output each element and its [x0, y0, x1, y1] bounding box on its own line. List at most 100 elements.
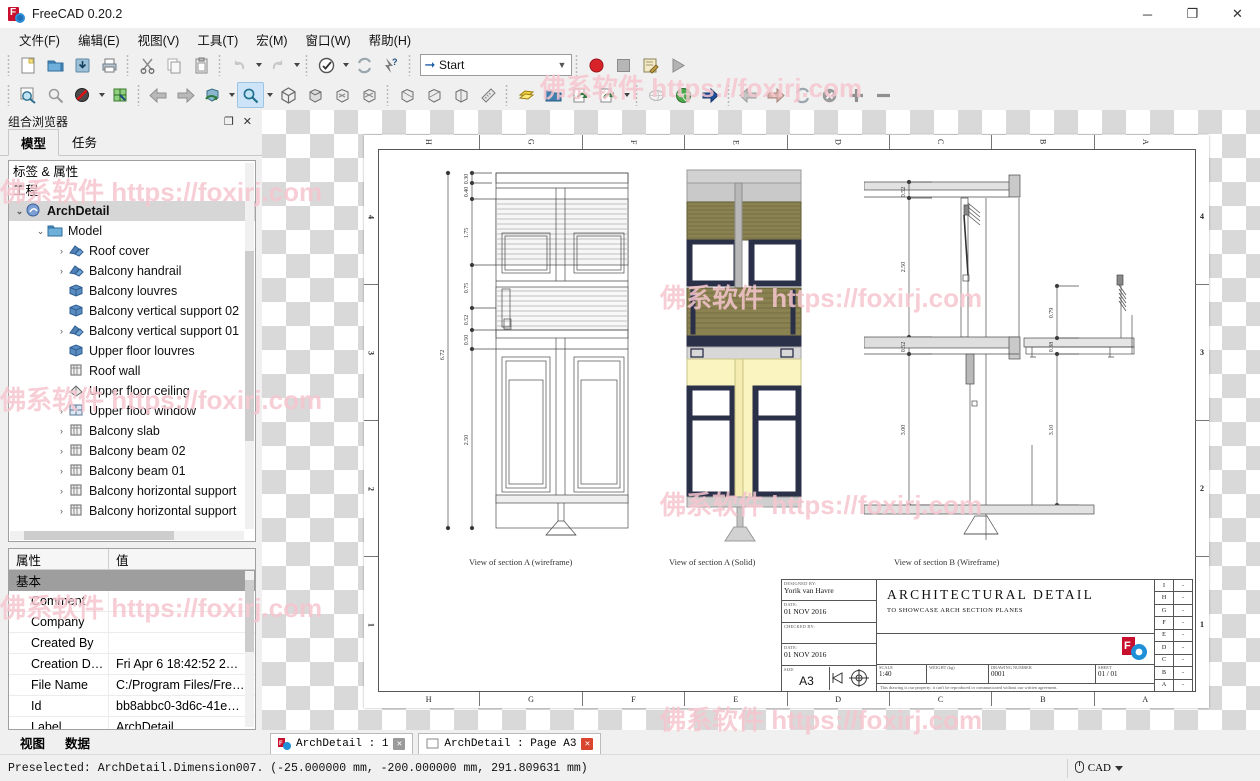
- undo-dropdown-chevron-down-icon[interactable]: [253, 52, 264, 78]
- expander-chevron-icon[interactable]: ›: [55, 266, 68, 276]
- minus-icon[interactable]: [870, 82, 897, 108]
- property-value[interactable]: bb8abbc0-3d6c-41e…: [109, 696, 255, 716]
- menu-edit[interactable]: 编辑(E): [69, 28, 129, 51]
- property-row[interactable]: File Name C:/Program Files/Fre…: [9, 675, 255, 696]
- tree-item-upper-floor-louvres[interactable]: Upper floor louvres: [9, 341, 255, 361]
- tree-item-balcony-vertical-support-01[interactable]: › Balcony vertical support 01: [9, 321, 255, 341]
- left-view-icon[interactable]: [448, 82, 475, 108]
- globe-green-icon[interactable]: [670, 82, 697, 108]
- tab-tasks[interactable]: 任务: [59, 128, 111, 155]
- property-row[interactable]: Id bb8abbc0-3d6c-41e…: [9, 696, 255, 717]
- rear-view-icon[interactable]: [394, 82, 421, 108]
- toolbar-grip-10[interactable]: [504, 84, 510, 106]
- macro-stop-icon[interactable]: [610, 52, 637, 78]
- menu-file[interactable]: 文件(F): [10, 28, 69, 51]
- property-group-base[interactable]: 基本: [9, 570, 255, 591]
- toolbar-grip[interactable]: [6, 54, 12, 76]
- tree-item-balcony-louvres[interactable]: Balcony louvres: [9, 281, 255, 301]
- prev-page-icon[interactable]: [735, 82, 762, 108]
- tree-item-roof-cover[interactable]: › Roof cover: [9, 241, 255, 261]
- blue-arrow-icon[interactable]: [697, 82, 724, 108]
- toolbar-grip-7[interactable]: [6, 84, 12, 106]
- view-section-a-solid[interactable]: [669, 158, 819, 548]
- expander-chevron-icon[interactable]: ›: [55, 326, 68, 336]
- whats-this-icon[interactable]: ?: [378, 52, 405, 78]
- expander-chevron-icon[interactable]: ›: [55, 486, 68, 496]
- measure-icon[interactable]: [475, 82, 502, 108]
- forward-arrow-icon[interactable]: [172, 82, 199, 108]
- toolbar-grip-2[interactable]: [125, 54, 131, 76]
- property-vertical-scrollbar[interactable]: [245, 571, 254, 727]
- tree-item-upper-floor-ceiling[interactable]: Upper floor ceiling: [9, 381, 255, 401]
- tree-item-balcony-vertical-support-02[interactable]: Balcony vertical support 02: [9, 301, 255, 321]
- tree-item-balcony-handrail[interactable]: › Balcony handrail: [9, 261, 255, 281]
- property-value[interactable]: [109, 633, 255, 653]
- property-value[interactable]: [109, 591, 255, 611]
- doctab-archdetail-3d[interactable]: F ArchDetail : 1 ✕: [270, 733, 414, 754]
- close-icon[interactable]: ✕: [581, 738, 594, 750]
- clipping-icon[interactable]: [107, 82, 134, 108]
- menu-macro[interactable]: 宏(M): [247, 28, 296, 51]
- tab-data[interactable]: 数据: [55, 731, 100, 754]
- tree-item-balcony-horizontal-support[interactable]: › Balcony horizontal support: [9, 481, 255, 501]
- tab-model[interactable]: 模型: [8, 129, 60, 156]
- globe-white-icon[interactable]: [643, 82, 670, 108]
- draw-style-icon[interactable]: [69, 82, 96, 108]
- chevron-down-icon[interactable]: [1115, 762, 1123, 774]
- expander-chevron-icon[interactable]: ⌄: [34, 226, 47, 237]
- toolbar-grip-11[interactable]: [634, 84, 640, 106]
- delete-page-icon[interactable]: [816, 82, 843, 108]
- plus-icon[interactable]: [843, 82, 870, 108]
- view-section-a-wireframe[interactable]: 6.72 0.30 0.40 1.75 0.75 0.52 0.50 2.50: [434, 155, 684, 545]
- tree-item-model[interactable]: ⌄ Model: [9, 221, 255, 241]
- save-icon[interactable]: [69, 52, 96, 78]
- next-page-icon[interactable]: [762, 82, 789, 108]
- tree-vertical-scrollbar[interactable]: [245, 163, 254, 529]
- zoom-box-icon[interactable]: [237, 82, 264, 108]
- back-arrow-icon[interactable]: [145, 82, 172, 108]
- maximize-button[interactable]: ❐: [1170, 0, 1215, 28]
- expander-chevron-icon[interactable]: ›: [55, 466, 68, 476]
- freeze-view-icon[interactable]: [199, 82, 226, 108]
- property-value[interactable]: C:/Program Files/Fre…: [109, 675, 255, 695]
- expander-chevron-icon[interactable]: ›: [55, 446, 68, 456]
- property-row[interactable]: Creation D… Fri Apr 6 18:42:52 2…: [9, 654, 255, 675]
- folder-icon[interactable]: [540, 82, 567, 108]
- property-row[interactable]: Label ArchDetail: [9, 717, 255, 729]
- navigation-style-button[interactable]: CAD: [1066, 758, 1130, 778]
- model-tree[interactable]: 标签 & 属性 工程 ⌄ ArchDetail ⌄ Model › Roof cover ›…: [8, 160, 256, 542]
- macro-execute-icon[interactable]: [664, 52, 691, 78]
- expander-chevron-icon[interactable]: ›: [55, 246, 68, 256]
- toolbar-grip-9[interactable]: [385, 84, 391, 106]
- right-view-icon[interactable]: [356, 82, 383, 108]
- tree-item-upper-floor-window[interactable]: › Upper floor window: [9, 401, 255, 421]
- std-views-icon[interactable]: [513, 82, 540, 108]
- toolbar-grip-8[interactable]: [136, 84, 142, 106]
- tree-item-balcony-horizontal-support[interactable]: › Balcony horizontal support: [9, 501, 255, 521]
- tree-horizontal-scrollbar[interactable]: [10, 531, 244, 540]
- minimize-button[interactable]: ─: [1125, 0, 1170, 28]
- tree-item-balcony-beam-01[interactable]: › Balcony beam 01: [9, 461, 255, 481]
- toolbar-grip-3[interactable]: [217, 54, 223, 76]
- refresh-check-icon[interactable]: [313, 52, 340, 78]
- undo-icon[interactable]: [226, 52, 253, 78]
- property-value[interactable]: Fri Apr 6 18:42:52 2…: [109, 654, 255, 674]
- paste-icon[interactable]: [188, 52, 215, 78]
- fit-all-icon[interactable]: [15, 82, 42, 108]
- undock-icon[interactable]: ❐: [224, 115, 234, 128]
- menu-view[interactable]: 视图(V): [129, 28, 189, 51]
- macro-edit-icon[interactable]: [637, 52, 664, 78]
- toolbar-grip-4[interactable]: [304, 54, 310, 76]
- tab-view[interactable]: 视图: [10, 731, 55, 754]
- cut-scissors-icon[interactable]: [134, 52, 161, 78]
- techdraw-canvas[interactable]: HGFEDCBA HGFEDCBA 4321 4321 6.72 0.30 0.…: [262, 110, 1260, 730]
- close-button[interactable]: ✕: [1215, 0, 1260, 28]
- property-row[interactable]: Company: [9, 612, 255, 633]
- property-value[interactable]: ArchDetail: [109, 717, 255, 729]
- view-section-b-wireframe[interactable]: 0.52 2.50 0.52 3.00 0.79 0.38 3.10: [864, 155, 1164, 545]
- toolbar-grip-12[interactable]: [726, 84, 732, 106]
- workbench-selector[interactable]: ➞ Start ▼: [420, 54, 572, 76]
- expander-chevron-icon[interactable]: ⌄: [13, 206, 26, 217]
- expander-chevron-icon[interactable]: ›: [55, 426, 68, 436]
- toolbar-grip-5[interactable]: [407, 54, 413, 76]
